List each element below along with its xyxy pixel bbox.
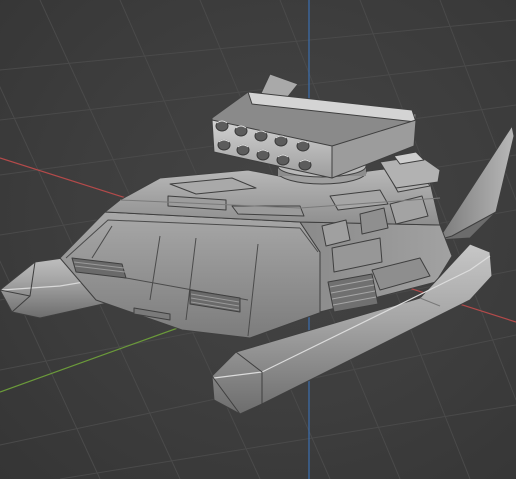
hovercraft-tank-model[interactable]	[0, 73, 515, 415]
3d-viewport[interactable]	[0, 0, 516, 479]
rear-fin[interactable]	[437, 125, 515, 241]
viewport-canvas[interactable]	[0, 0, 516, 479]
y-axis-line	[0, 319, 201, 393]
